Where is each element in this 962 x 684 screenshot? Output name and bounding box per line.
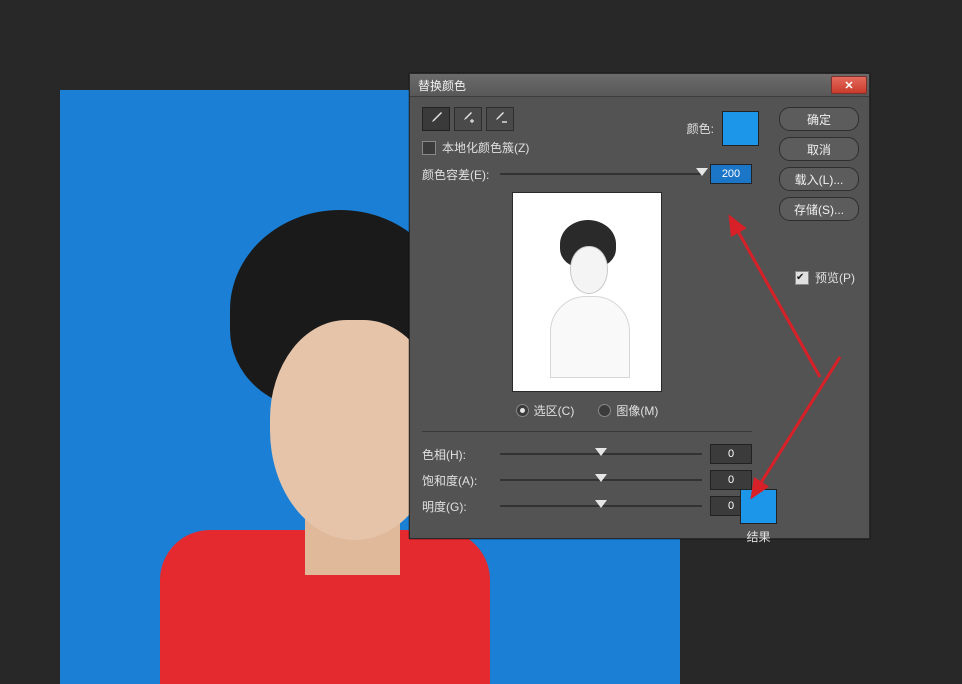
load-button[interactable]: 载入(L)... <box>779 167 859 191</box>
source-color-swatch[interactable] <box>722 111 759 146</box>
eyedropper-subtract-icon <box>492 110 508 129</box>
saturation-value-field[interactable]: 0 <box>710 470 752 490</box>
ok-button[interactable]: 确定 <box>779 107 859 131</box>
selection-preview <box>512 192 662 392</box>
preview-mode-selection-radio[interactable]: 选区(C) <box>516 402 575 419</box>
eyedropper-add-tool[interactable] <box>454 107 482 131</box>
slider-thumb-icon <box>696 168 708 176</box>
section-divider <box>422 431 752 432</box>
slider-thumb-icon <box>595 474 607 482</box>
preview-checkbox-label: 预览(P) <box>815 269 855 286</box>
preview-mode-image-label: 图像(M) <box>616 402 658 419</box>
eyedropper-subtract-tool[interactable] <box>486 107 514 131</box>
replace-color-dialog: 替换颜色 ✕ <box>409 73 870 539</box>
close-button[interactable]: ✕ <box>831 76 867 94</box>
close-icon: ✕ <box>844 79 853 92</box>
hue-value-field[interactable]: 0 <box>710 444 752 464</box>
cancel-button[interactable]: 取消 <box>779 137 859 161</box>
radio-dot-icon <box>516 404 529 417</box>
checkbox-box-icon <box>422 141 436 155</box>
preview-mode-image-radio[interactable]: 图像(M) <box>598 402 658 419</box>
preview-mode-selection-label: 选区(C) <box>534 402 575 419</box>
fuzziness-label: 颜色容差(E): <box>422 166 492 183</box>
lightness-label: 明度(G): <box>422 498 492 515</box>
saturation-slider[interactable] <box>500 479 702 481</box>
eyedropper-add-icon <box>460 110 476 129</box>
lightness-slider[interactable] <box>500 505 702 507</box>
result-color-label: 结果 <box>740 528 777 545</box>
radio-dot-icon <box>598 404 611 417</box>
slider-thumb-icon <box>595 500 607 508</box>
hue-slider[interactable] <box>500 453 702 455</box>
preview-checkbox[interactable]: 预览(P) <box>795 269 855 286</box>
checkbox-box-icon <box>795 271 809 285</box>
localized-color-clusters-label: 本地化颜色簇(Z) <box>442 139 529 156</box>
save-button[interactable]: 存储(S)... <box>779 197 859 221</box>
eyedropper-tool[interactable] <box>422 107 450 131</box>
source-color-label: 颜色: <box>687 120 714 137</box>
saturation-label: 饱和度(A): <box>422 472 492 489</box>
dialog-title: 替换颜色 <box>418 77 831 94</box>
fuzziness-slider[interactable] <box>500 173 702 175</box>
hue-label: 色相(H): <box>422 446 492 463</box>
result-color-swatch[interactable] <box>740 489 777 524</box>
dialog-titlebar[interactable]: 替换颜色 ✕ <box>410 74 869 97</box>
fuzziness-value-field[interactable]: 200 <box>710 164 752 184</box>
eyedropper-icon <box>428 110 444 129</box>
eyedropper-tool-group <box>422 107 514 131</box>
slider-thumb-icon <box>595 448 607 456</box>
